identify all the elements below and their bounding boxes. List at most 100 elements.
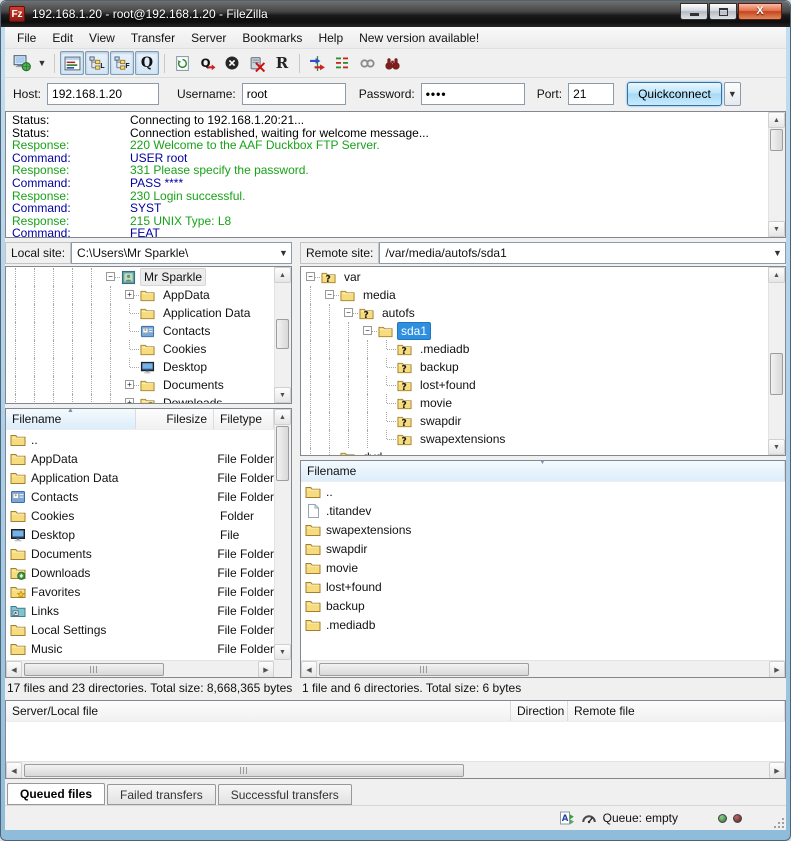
scrollbar-thumb[interactable]	[276, 319, 289, 349]
scroll-right-arrow-icon[interactable]: ▶	[769, 762, 785, 779]
compare-directories-icon[interactable]	[305, 51, 329, 75]
local-tree-scrollbar[interactable]: ▲ ▼	[274, 267, 291, 403]
message-log-scrollbar[interactable]: ▲ ▼	[768, 112, 785, 237]
remote-site-combo[interactable]: /var/media/autofs/sda1 ▼	[379, 242, 786, 264]
menu-item-edit[interactable]: Edit	[44, 28, 81, 48]
local-list-scrollbar[interactable]: ▲ ▼	[274, 409, 291, 677]
column-header-filename[interactable]: Filename▲	[6, 409, 136, 429]
port-input[interactable]	[568, 83, 614, 105]
file-row-downloads[interactable]: DownloadsFile Folder	[6, 563, 274, 582]
expand-icon[interactable]: +	[125, 398, 134, 404]
scroll-down-arrow-icon[interactable]: ▼	[768, 221, 785, 237]
site-manager-icon[interactable]	[10, 51, 34, 75]
scrollbar-thumb[interactable]	[24, 663, 164, 676]
tab-successful-transfers[interactable]: Successful transfers	[218, 784, 352, 805]
scroll-right-arrow-icon[interactable]: ▶	[769, 661, 785, 678]
tree-expander[interactable]: −	[339, 304, 358, 322]
local-list-hscrollbar[interactable]: ◀ ▶	[6, 660, 274, 677]
tree-item-movie[interactable]: movie	[301, 394, 785, 412]
tree-item-sda1[interactable]: −sda1	[301, 322, 785, 340]
synchronized-browsing-icon[interactable]	[330, 51, 354, 75]
speed-limits-icon[interactable]	[355, 51, 379, 75]
tree-expander[interactable]: −	[320, 286, 339, 304]
tree-item-swapextensions[interactable]: swapextensions	[301, 430, 785, 448]
host-input[interactable]	[47, 83, 159, 105]
tree-expander[interactable]: −	[301, 268, 320, 286]
file-row-music[interactable]: MusicFile Folder	[6, 639, 274, 658]
tree-item-swapdir[interactable]: swapdir	[301, 412, 785, 430]
tree-item-application-data[interactable]: Application Data	[6, 304, 291, 322]
tree-item-mr-sparkle[interactable]: −Mr Sparkle	[6, 268, 291, 286]
tree-item-backup[interactable]: backup	[301, 358, 785, 376]
menu-item-server[interactable]: Server	[183, 28, 234, 48]
tree-item-appdata[interactable]: +AppData	[6, 286, 291, 304]
column-header-direction[interactable]: Direction	[511, 701, 568, 721]
file-row-..[interactable]: ..	[6, 430, 274, 449]
scrollbar-thumb[interactable]	[770, 129, 783, 151]
tree-item-desktop[interactable]: Desktop	[6, 358, 291, 376]
queue-hscrollbar[interactable]: ◀ ▶	[6, 761, 785, 778]
toggle-queue-icon[interactable]: Q	[135, 51, 159, 75]
expand-icon[interactable]: +	[125, 380, 134, 389]
collapse-icon[interactable]: −	[363, 326, 372, 335]
menu-item-view[interactable]: View	[81, 28, 123, 48]
tree-expander[interactable]: −	[358, 322, 377, 340]
tab-failed-transfers[interactable]: Failed transfers	[107, 784, 216, 805]
file-row-swapextensions[interactable]: swapextensions	[301, 520, 785, 539]
menu-item-help[interactable]: Help	[310, 28, 351, 48]
tree-item-dvd[interactable]: dvd	[301, 448, 785, 456]
file-row-contacts[interactable]: ContactsFile Folder	[6, 487, 274, 506]
file-row-..[interactable]: ..	[301, 482, 785, 501]
collapse-icon[interactable]: −	[325, 290, 334, 299]
scroll-left-arrow-icon[interactable]: ◀	[6, 762, 22, 779]
file-row-local-settings[interactable]: Local SettingsFile Folder	[6, 620, 274, 639]
tree-item-.mediadb[interactable]: .mediadb	[301, 340, 785, 358]
resize-grip[interactable]	[772, 816, 784, 828]
tree-expander[interactable]: +	[120, 376, 139, 394]
collapse-icon[interactable]: −	[344, 308, 353, 317]
tree-item-documents[interactable]: +Documents	[6, 376, 291, 394]
toggle-message-log-icon[interactable]	[60, 51, 84, 75]
maximize-button[interactable]	[709, 3, 737, 20]
file-row-documents[interactable]: DocumentsFile Folder	[6, 544, 274, 563]
quickconnect-button[interactable]: Quickconnect	[627, 82, 722, 106]
file-row-favorites[interactable]: FavoritesFile Folder	[6, 582, 274, 601]
column-header-filesize[interactable]: Filesize	[136, 409, 214, 429]
username-input[interactable]	[242, 83, 346, 105]
close-button[interactable]: X	[738, 3, 782, 20]
process-queue-icon[interactable]	[195, 51, 219, 75]
tree-item-media[interactable]: −media	[301, 286, 785, 304]
tree-item-contacts[interactable]: Contacts	[6, 322, 291, 340]
file-row-links[interactable]: LinksFile Folder	[6, 601, 274, 620]
file-row-movie[interactable]: movie	[301, 558, 785, 577]
file-row-application-data[interactable]: Application DataFile Folder	[6, 468, 274, 487]
toggle-local-tree-icon[interactable]: L	[85, 51, 109, 75]
tab-queued-files[interactable]: Queued files	[7, 783, 105, 805]
remote-list-hscrollbar[interactable]: ◀ ▶	[301, 660, 785, 677]
scroll-left-arrow-icon[interactable]: ◀	[6, 661, 22, 678]
column-header-filename[interactable]: Filename▼	[301, 461, 785, 481]
file-row-cookies[interactable]: CookiesFolder	[6, 506, 274, 525]
scrollbar-thumb[interactable]	[319, 663, 529, 676]
file-row-desktop[interactable]: DesktopFile	[6, 525, 274, 544]
refresh-icon[interactable]	[170, 51, 194, 75]
toggle-remote-tree-icon[interactable]: F	[110, 51, 134, 75]
pane-splitter[interactable]	[292, 242, 300, 698]
tree-item-downloads[interactable]: +Downloads	[6, 394, 291, 404]
scroll-down-arrow-icon[interactable]: ▼	[274, 644, 291, 660]
file-row-backup[interactable]: backup	[301, 596, 785, 615]
file-row-swapdir[interactable]: swapdir	[301, 539, 785, 558]
scroll-up-arrow-icon[interactable]: ▲	[274, 409, 291, 425]
tree-item-cookies[interactable]: Cookies	[6, 340, 291, 358]
column-header-remote file[interactable]: Remote file	[568, 701, 785, 721]
password-input[interactable]	[421, 83, 525, 105]
site-manager-dropdown-icon[interactable]: ▼	[35, 51, 49, 75]
remote-tree-scrollbar[interactable]: ▲ ▼	[768, 267, 785, 455]
minimize-button[interactable]	[680, 3, 708, 20]
local-site-combo[interactable]: C:\Users\Mr Sparkle\ ▼	[71, 242, 292, 264]
menu-item-transfer[interactable]: Transfer	[123, 28, 183, 48]
column-header-filetype[interactable]: Filetype	[214, 409, 274, 429]
quickconnect-dropdown-button[interactable]: ▼	[724, 82, 741, 106]
expand-icon[interactable]: +	[125, 290, 134, 299]
collapse-icon[interactable]: −	[306, 272, 315, 281]
